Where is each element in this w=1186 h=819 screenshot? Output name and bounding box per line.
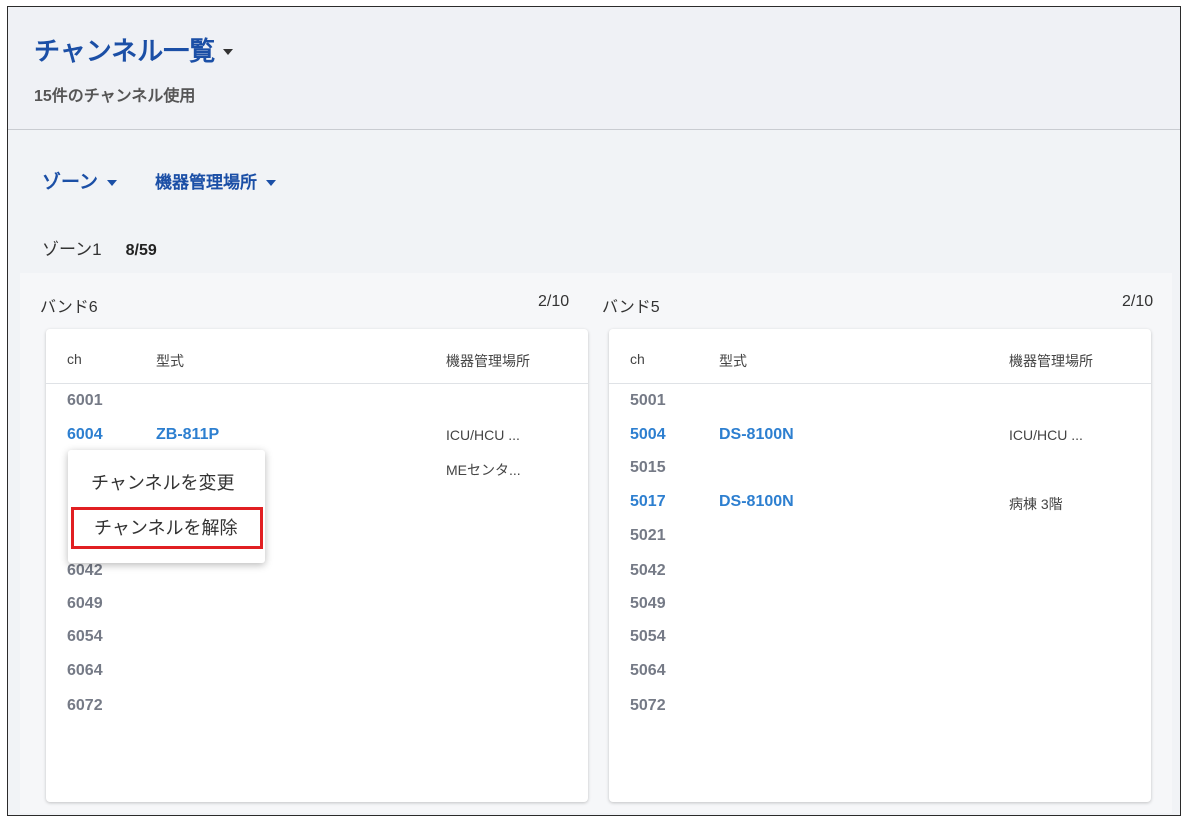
table-row[interactable]: 5001 [609,392,1151,425]
zone-filter-label: ゾーン [42,172,99,193]
table-row[interactable]: 6064 [46,662,588,695]
device-location: ICU/HCU ... [446,427,520,443]
table-row[interactable]: 5054 [609,628,1151,661]
channel-number: 6054 [67,628,103,645]
table-row[interactable]: 5017 DS-8100N 病棟 3階 [609,493,1151,526]
page-title-dropdown[interactable]: チャンネル一覧 [34,31,234,68]
table-row[interactable]: 6054 [46,628,588,661]
caret-down-icon [266,179,277,186]
zone-filter-dropdown[interactable]: ゾーン [42,167,118,194]
device-location: 病棟 3階 [1009,496,1063,512]
band-5-card: ch 型式 機器管理場所 5001 5004 DS-8100N ICU/HCU … [609,329,1151,802]
channel-number: 5042 [630,562,666,579]
channel-number: 5017 [630,493,666,510]
column-header-place: 機器管理場所 [1009,353,1093,369]
channel-context-menu: チャンネルを変更 チャンネルを解除 [68,450,265,563]
channel-number: 6042 [67,562,103,579]
channel-number: 5021 [630,527,666,544]
caret-down-icon [107,179,118,186]
channel-list-window: チャンネル一覧 15件のチャンネル使用 ゾーン 機器管理場所 ゾーン1 8/59… [7,6,1181,816]
zone-summary: ゾーン1 8/59 [42,235,157,260]
table-row[interactable]: 5042 [609,562,1151,595]
change-channel-menu-item[interactable]: チャンネルを変更 [68,462,265,504]
channel-number: 5049 [630,595,666,612]
band-5-count: 2/10 [1122,293,1154,310]
model-link[interactable]: DS-8100N [719,426,794,444]
channel-number: 5004 [630,426,666,443]
device-location: ICU/HCU ... [1009,427,1083,443]
band-6-count: 2/10 [538,293,570,310]
channel-number: 5015 [630,459,666,476]
channel-number: 5072 [630,697,666,714]
model-link[interactable]: ZB-811P [156,426,219,444]
channel-number: 5001 [630,392,666,409]
model-link[interactable]: DS-8100N [719,493,794,511]
caret-down-icon [223,48,234,55]
table-row[interactable]: 5072 [609,697,1151,730]
table-row[interactable]: 6001 [46,392,588,425]
table-row[interactable]: 5004 DS-8100N ICU/HCU ... [609,426,1151,459]
channel-usage-summary: 15件のチャンネル使用 [34,88,196,105]
table-row[interactable]: 5015 [609,459,1151,492]
release-channel-menu-item[interactable]: チャンネルを解除 [71,507,263,549]
channel-number: 6001 [67,392,103,409]
band-6-card: ch 型式 機器管理場所 6001 6004 ZB-811P ICU/HCU .… [46,329,588,802]
column-header-model: 型式 [719,353,747,369]
band-6-title: バンド6 [40,299,98,316]
zone-name: ゾーン1 [42,240,102,259]
channel-number: 6004 [67,426,103,443]
channel-number: 5064 [630,662,666,679]
place-filter-label: 機器管理場所 [155,173,258,192]
column-header-ch: ch [67,351,82,367]
header-divider [609,383,1151,384]
table-row[interactable]: 6049 [46,595,588,628]
channel-number: 6072 [67,697,103,714]
table-row[interactable]: 5049 [609,595,1151,628]
page-title: チャンネル一覧 [34,36,216,66]
column-header-model: 型式 [156,353,184,369]
page-header: チャンネル一覧 15件のチャンネル使用 [8,7,1180,130]
device-location: MEセンタ... [446,462,521,478]
header-divider [46,383,588,384]
channel-number: 6049 [67,595,103,612]
channel-number: 5054 [630,628,666,645]
zone-count: 8/59 [125,242,157,259]
column-header-ch: ch [630,351,645,367]
place-filter-dropdown[interactable]: 機器管理場所 [155,168,277,193]
filter-bar: ゾーン 機器管理場所 [42,167,277,194]
table-row[interactable]: 5064 [609,662,1151,695]
column-header-place: 機器管理場所 [446,353,530,369]
channel-number: 6064 [67,662,103,679]
table-row[interactable]: 6042 [46,562,588,595]
table-row[interactable]: 6072 [46,697,588,730]
band-5-title: バンド5 [602,299,660,316]
table-row[interactable]: 5021 [609,527,1151,560]
